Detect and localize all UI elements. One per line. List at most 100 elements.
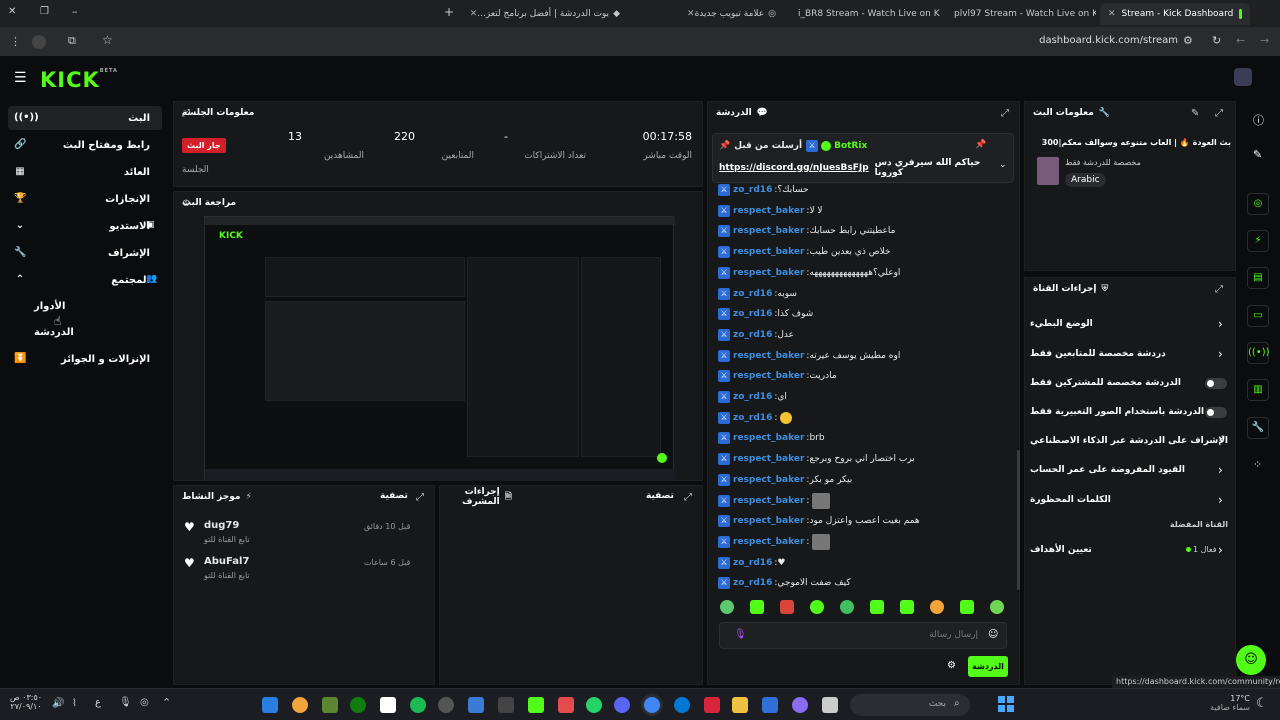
chat-username[interactable]: respect_baker <box>733 226 804 236</box>
tray-app-icon[interactable]: ◎ <box>140 697 149 708</box>
chat-username[interactable]: respect_baker <box>733 454 804 464</box>
rail-camera-button[interactable]: ◎ <box>1247 193 1269 215</box>
chat-scrollbar[interactable] <box>1017 450 1020 590</box>
edit-icon[interactable]: ✎ <box>1253 148 1262 161</box>
hamburger-menu-icon[interactable]: ☰ <box>14 70 27 86</box>
unpin-icon[interactable]: 📌 <box>975 140 986 150</box>
expand-icon[interactable]: ⤢ <box>182 108 190 119</box>
tab-dashboard[interactable]: ✕ Stream - Kick Dashboard <box>1100 3 1250 25</box>
app-g-icon[interactable] <box>498 697 514 713</box>
network-icon[interactable]: ⌇ <box>72 698 77 709</box>
chat-username[interactable]: zo_rd16 <box>733 558 772 568</box>
chat-username[interactable]: zo_rd16 <box>733 289 772 299</box>
back-icon[interactable]: → <box>1260 34 1269 47</box>
rail-layout-button[interactable]: ▥ <box>1247 379 1269 401</box>
notepad-icon[interactable] <box>380 697 396 713</box>
language-indicator[interactable]: ع <box>95 697 101 708</box>
language-tag[interactable]: Arabic <box>1065 173 1106 187</box>
sidebar-item-stream[interactable]: ((•)) البث <box>8 106 162 130</box>
copilot-icon[interactable] <box>792 697 808 713</box>
vpn-icon[interactable] <box>468 697 484 713</box>
emote-icon[interactable] <box>780 600 794 614</box>
task-view-icon[interactable] <box>822 697 838 713</box>
office-icon[interactable] <box>704 697 720 713</box>
chat-username[interactable]: respect_baker <box>733 247 804 257</box>
chat-username[interactable]: respect_baker <box>733 516 804 526</box>
emote-icon[interactable] <box>990 600 1004 614</box>
whatsapp-icon[interactable] <box>586 697 602 713</box>
sidebar-item-community[interactable]: ⌃ المجتمع 👥 <box>8 268 162 292</box>
chat-username[interactable]: respect_baker <box>733 537 804 547</box>
chrome-icon[interactable] <box>644 697 660 713</box>
file-explorer-icon[interactable] <box>732 697 748 713</box>
chat-username[interactable]: respect_baker <box>733 433 804 443</box>
edge-icon[interactable] <box>674 697 690 713</box>
support-chat-button[interactable]: ☺ <box>1236 645 1266 675</box>
tab-botrix[interactable]: ◆ بوت الدردشة | أفضل برنامج لتعز... ✕ <box>468 3 628 25</box>
tab-close-icon[interactable]: ✕ <box>687 9 695 19</box>
expand-icon[interactable]: ⤢ <box>1001 108 1009 119</box>
extension-icon[interactable] <box>32 35 46 49</box>
chat-username[interactable]: zo_rd16 <box>733 185 772 195</box>
expand-icon[interactable]: ⤢ <box>684 492 692 503</box>
taskbar-search[interactable]: بحث ⌕ <box>850 694 970 716</box>
expand-icon[interactable]: ⤢ <box>416 492 424 503</box>
bookmark-star-icon[interactable]: ☆ <box>102 33 113 47</box>
emotes-only-toggle[interactable] <box>1205 407 1227 418</box>
emote-icon[interactable] <box>750 600 764 614</box>
sidebar-item-revenue[interactable]: ▦ العائد <box>8 160 162 184</box>
sidebar-item-drops[interactable]: ⏬ الإنزالات و الجوائز <box>8 347 162 371</box>
more-dots-icon[interactable]: ⁘ <box>1253 458 1262 471</box>
action-slow-mode[interactable]: الوضع البطيء <box>1030 313 1230 335</box>
subscribers-only-toggle[interactable] <box>1205 378 1227 389</box>
tab-close-icon[interactable]: ✕ <box>470 9 478 19</box>
reload-icon[interactable]: ↻ <box>1212 34 1221 47</box>
pinned-user[interactable]: BotRix <box>834 141 867 151</box>
emote-icon[interactable] <box>960 600 974 614</box>
pinned-link[interactable]: https://discord.gg/nJuesBsFJp <box>719 163 869 173</box>
url-field[interactable]: dashboard.kick.com/stream <box>1000 35 1178 46</box>
emoji-icon[interactable]: ☺ <box>988 629 998 640</box>
chat-username[interactable]: zo_rd16 <box>733 309 772 319</box>
store-icon[interactable] <box>762 697 778 713</box>
weather-widget[interactable]: 17°C سماء صافية <box>1200 694 1250 712</box>
taskbar-clock[interactable]: ٠٣:٥٠ ص ٢٧/٠٩/١٠ <box>6 693 46 711</box>
app-red-icon[interactable] <box>558 697 574 713</box>
chat-username[interactable]: respect_baker <box>733 206 804 216</box>
chat-username[interactable]: respect_baker <box>733 268 804 278</box>
chat-username[interactable]: respect_baker <box>733 351 804 361</box>
filter-button[interactable]: تصفية <box>380 491 408 501</box>
sidebar-item-studio[interactable]: ⌄ الاستديو ▣ <box>8 214 162 238</box>
minecraft-icon[interactable] <box>322 697 338 713</box>
chevron-right-icon[interactable]: › <box>1218 347 1223 361</box>
sidebar-subitem-roles[interactable]: الأدوار <box>20 294 120 318</box>
chat-input[interactable]: 🎙 إرسال رسالة ☺ <box>719 622 1007 649</box>
filter-button[interactable]: تصفية <box>646 491 674 501</box>
tab-br8[interactable]: i_BR8 Stream - Watch Live on K <box>790 3 940 25</box>
expand-icon[interactable]: ⤢ <box>1215 284 1223 295</box>
user-avatar[interactable] <box>1234 68 1252 86</box>
chat-username[interactable]: zo_rd16 <box>733 413 772 423</box>
chevron-right-icon[interactable]: › <box>1218 543 1223 557</box>
tab-close-icon[interactable]: ✕ <box>1108 9 1116 19</box>
chat-username[interactable]: zo_rd16 <box>733 330 772 340</box>
chat-username[interactable]: respect_baker <box>733 371 804 381</box>
chevron-right-icon[interactable]: › <box>1218 493 1223 507</box>
rail-wrench-button[interactable]: 🔧 <box>1247 417 1269 439</box>
chevron-right-icon[interactable]: › <box>1218 317 1223 331</box>
sidebar-item-achievements[interactable]: 🏆 الإنجازات <box>8 187 162 211</box>
mic-icon[interactable]: 🎙 <box>119 697 132 708</box>
action-banned-words[interactable]: الكلمات المحظورة <box>1030 489 1230 511</box>
emote-icon[interactable] <box>930 600 944 614</box>
sidebar-item-moderation[interactable]: 🔧 الإشراف <box>8 241 162 265</box>
menu-dots-icon[interactable]: ⋮ <box>10 35 21 48</box>
emote-icon[interactable] <box>720 600 734 614</box>
discord-icon[interactable] <box>614 697 630 713</box>
emote-icon[interactable] <box>900 600 914 614</box>
emote-icon[interactable] <box>840 600 854 614</box>
kick-logo[interactable]: KICKBETA <box>40 68 118 92</box>
preview-settings-icon[interactable]: ⊙ <box>182 198 190 209</box>
tab-plvl97[interactable]: plvl97 Stream - Watch Live on K <box>946 3 1096 25</box>
emote-icon[interactable] <box>870 600 884 614</box>
chat-username[interactable]: respect_baker <box>733 475 804 485</box>
